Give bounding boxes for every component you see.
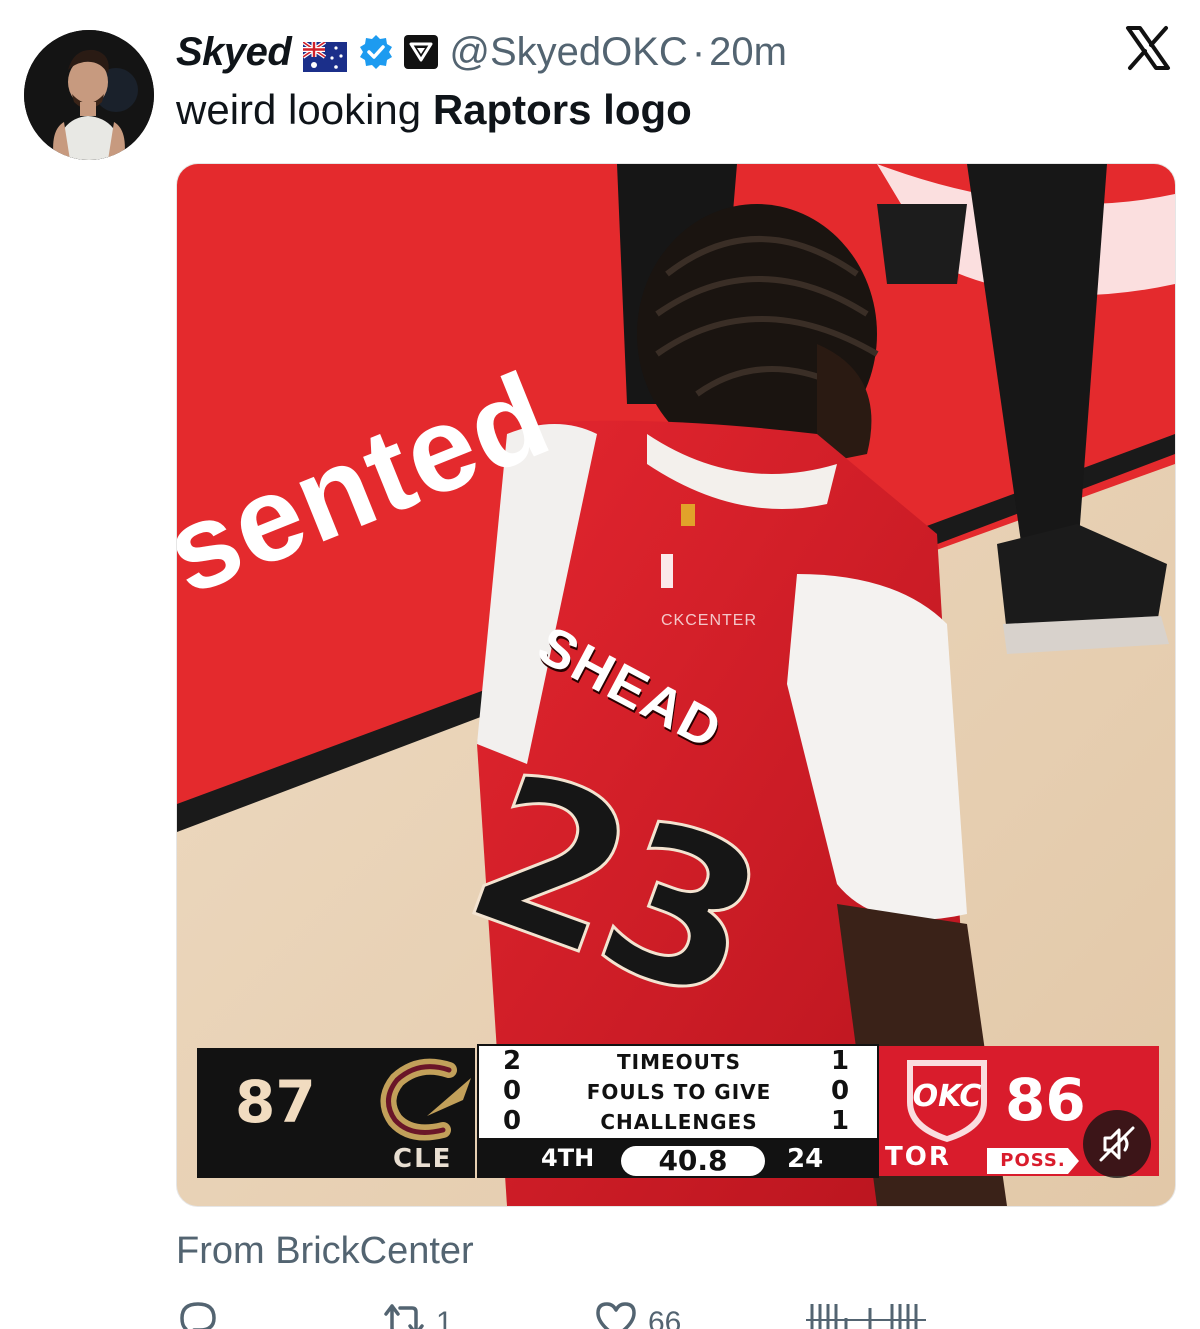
game-stats-panel: 2 0 0 TIMEOUTS FOULS TO GIVE CHALLENGES … <box>477 1044 879 1140</box>
like-count: 66 <box>648 1306 682 1329</box>
home-timeouts: 2 <box>503 1046 522 1076</box>
home-fouls-to-give: 0 <box>503 1076 522 1106</box>
post-text: weird looking Raptors logo <box>176 86 692 134</box>
mute-button[interactable] <box>1083 1110 1151 1178</box>
mute-icon <box>1099 1126 1135 1162</box>
away-fouls-to-give: 0 <box>831 1076 850 1106</box>
game-quarter: 4TH <box>541 1144 595 1172</box>
stat-label-fouls: FOULS TO GIVE <box>586 1080 772 1104</box>
retweet-count: 1 <box>436 1306 453 1329</box>
action-bar: 1 66 <box>176 1298 936 1329</box>
post-header: Skyed @SkyedOKC · 20m <box>176 24 787 80</box>
home-team-abbr: CLE <box>393 1144 453 1174</box>
away-challenges: 1 <box>831 1106 850 1136</box>
away-team-abbr: TOR <box>885 1142 951 1172</box>
post-text-plain: weird looking <box>176 86 433 133</box>
okc-logo-icon: OKC <box>899 1050 995 1146</box>
cavaliers-logo-icon <box>379 1056 475 1144</box>
x-logo-icon <box>1124 24 1172 72</box>
retweet-icon <box>384 1304 424 1329</box>
separator-dot: · <box>691 29 706 74</box>
views-icon <box>806 1304 926 1329</box>
away-score: 86 <box>1005 1066 1086 1134</box>
possession-indicator: POSS. <box>987 1148 1079 1174</box>
scoreboard: 87 CLE 2 0 0 TIMEOUTS FOULS TO GIVE CHAL… <box>197 1044 1159 1180</box>
views-button[interactable] <box>806 1298 926 1329</box>
shot-clock: 24 <box>787 1144 824 1174</box>
video-watermark: CKCENTER <box>661 612 758 629</box>
post-text-bold: Raptors logo <box>432 86 692 133</box>
heart-icon <box>596 1302 636 1329</box>
affiliate-badge-icon <box>403 34 439 70</box>
home-score: 87 <box>235 1068 316 1136</box>
stat-label-timeouts: TIMEOUTS <box>617 1050 741 1074</box>
retweet-button[interactable]: 1 <box>382 1298 453 1329</box>
like-button[interactable]: 66 <box>594 1298 681 1329</box>
okc-logo-text: OKC <box>913 1079 982 1114</box>
reply-button[interactable] <box>176 1298 220 1329</box>
author-handle[interactable]: @SkyedOKC <box>449 30 687 75</box>
game-clock: 40.8 <box>621 1146 765 1176</box>
verified-badge-icon <box>357 33 395 71</box>
post-timestamp[interactable]: 20m <box>709 30 787 75</box>
away-timeouts: 1 <box>831 1046 850 1076</box>
author-name[interactable]: Skyed <box>176 30 292 75</box>
author-avatar[interactable] <box>24 30 154 160</box>
post-media-video[interactable]: sented CKCENTER SHEAD 23 87 CLE 2 0 0 TI… <box>176 163 1176 1207</box>
stat-label-challenges: CHALLENGES <box>600 1110 758 1134</box>
media-source-attribution[interactable]: From BrickCenter <box>176 1230 474 1273</box>
reply-icon <box>180 1302 216 1329</box>
australia-flag-icon <box>302 37 348 72</box>
home-challenges: 0 <box>503 1106 522 1136</box>
